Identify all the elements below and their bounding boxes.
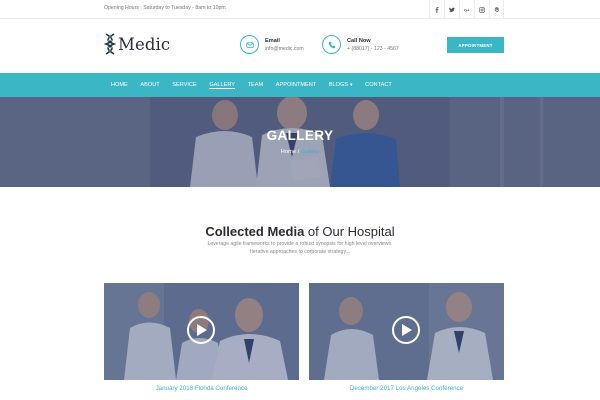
nav-gallery[interactable]: GALLERY xyxy=(209,82,235,88)
appointment-button[interactable]: APPOINTMENT xyxy=(447,37,504,53)
gallery-video-card[interactable] xyxy=(309,283,504,380)
google-plus-icon[interactable]: G+ xyxy=(459,0,474,19)
gallery-video-card[interactable] xyxy=(104,283,299,380)
nav-blogs[interactable]: BLOGS ▾ xyxy=(329,82,353,88)
page-title: GALLERY xyxy=(266,128,334,143)
section-title-rest: of Our Hospital xyxy=(304,224,395,239)
envelope-icon xyxy=(240,35,259,54)
nav-blogs-label: BLOGS xyxy=(328,82,349,88)
svg-text:G+: G+ xyxy=(464,7,470,12)
social-links: G+ xyxy=(429,0,504,19)
main-nav: HOME ABOUT SERVICE GALLERY TEAM APPOINTM… xyxy=(0,73,600,97)
logo-text: Medic xyxy=(118,34,171,54)
dna-icon xyxy=(104,33,116,55)
section-title-bold: Collected Media xyxy=(205,224,305,239)
phone-icon xyxy=(322,35,341,54)
nav-contact[interactable]: CONTACT xyxy=(365,82,392,88)
opening-hours: Opening Hours : Saturday to Tuesday - 8a… xyxy=(104,5,226,11)
top-bar: Opening Hours : Saturday to Tuesday - 8a… xyxy=(0,0,600,19)
breadcrumb: Home / Gallery xyxy=(0,149,600,155)
facebook-icon[interactable] xyxy=(429,0,444,19)
call-value[interactable]: + (88017) - 123 - 4567 xyxy=(347,46,399,52)
nav-service[interactable]: SERVICE xyxy=(172,82,196,88)
email-value[interactable]: info@medic.com xyxy=(265,46,304,52)
section-title: Collected Media of Our Hospital xyxy=(0,224,600,239)
email-label: Email xyxy=(265,37,280,44)
phone-contact: Call Now + (88017) - 123 - 4567 xyxy=(322,35,399,54)
nav-home[interactable]: HOME xyxy=(111,82,128,88)
play-button[interactable] xyxy=(187,316,215,344)
play-button[interactable] xyxy=(392,316,420,344)
chevron-down-icon: ▾ xyxy=(350,82,353,88)
twitter-icon[interactable] xyxy=(444,0,459,19)
nav-appointment[interactable]: APPOINTMENT xyxy=(276,82,316,88)
section-description: Leverage agile frameworks to provide a r… xyxy=(207,241,393,255)
pinterest-icon[interactable] xyxy=(489,0,504,19)
gallery-caption[interactable]: January 2018 Florida Conference xyxy=(104,385,299,392)
play-icon xyxy=(402,324,412,336)
call-label: Call Now xyxy=(347,37,371,44)
play-icon xyxy=(197,324,207,336)
site-header: Medic Email info@medic.com Call Now + (8… xyxy=(0,19,600,73)
breadcrumb-current: Gallery xyxy=(300,149,320,155)
email-contact: Email info@medic.com xyxy=(240,35,304,54)
instagram-icon[interactable] xyxy=(474,0,489,19)
breadcrumb-separator: / xyxy=(297,149,300,155)
nav-team[interactable]: TEAM xyxy=(248,82,264,88)
site-logo[interactable]: Medic xyxy=(104,33,170,55)
page-banner: GALLERY Home / Gallery xyxy=(0,97,600,187)
gallery-caption[interactable]: December 2017 Los Angeles Conference xyxy=(309,385,504,392)
breadcrumb-home[interactable]: Home xyxy=(281,149,296,155)
nav-about[interactable]: ABOUT xyxy=(140,82,159,88)
